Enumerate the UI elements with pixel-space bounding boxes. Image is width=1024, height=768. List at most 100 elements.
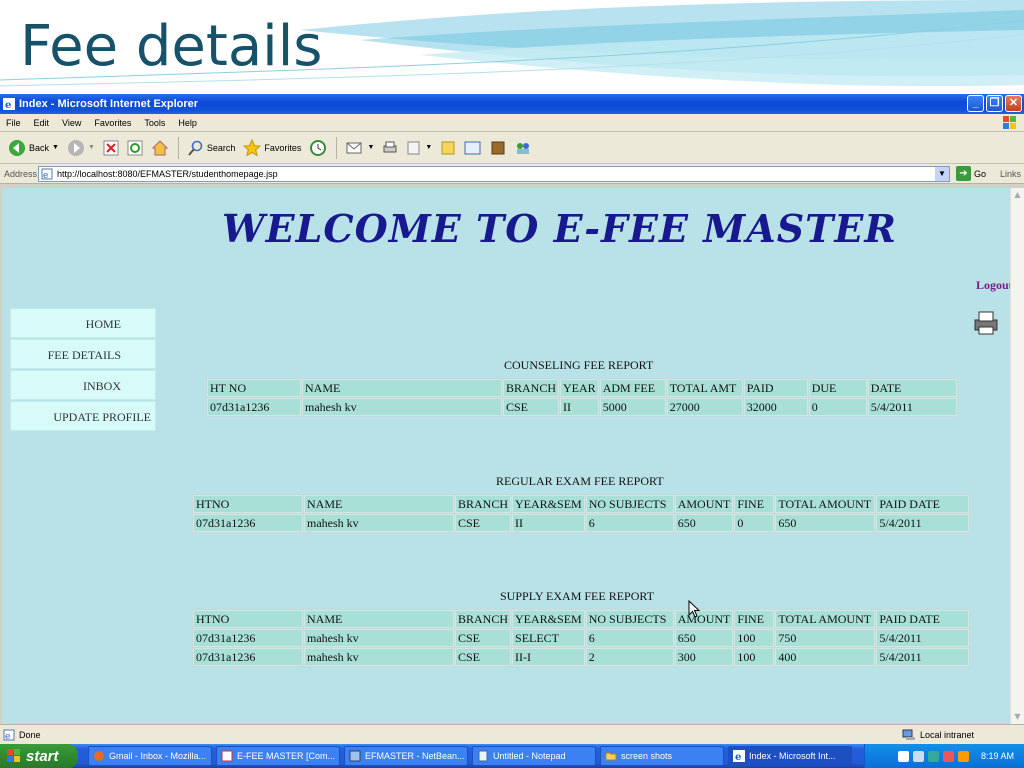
table-cell: mahesh kv [302,398,502,416]
menu-help[interactable]: Help [178,118,197,128]
table-cell: 300 [674,648,734,666]
table-cell: CSE [455,648,512,666]
msn-button[interactable] [512,136,534,160]
header-cell: PAID [743,379,808,397]
header-cell: TOTAL AMOUNT [775,495,876,513]
task-efee-master[interactable]: E-FEE MASTER [Com... [216,746,340,766]
close-button[interactable]: ✕ [1005,95,1022,112]
scroll-up-button[interactable]: ▲ [1011,188,1024,202]
discuss-button[interactable] [438,136,458,160]
header-cell: BRANCH [503,379,560,397]
table-cell: 07d31a1236 [207,398,301,416]
network-tray-icon[interactable] [912,750,924,762]
svg-text:e: e [5,100,11,110]
logout-link[interactable]: Logout [976,278,1013,293]
address-input[interactable]: e http://localhost:8080/EFMASTER/student… [38,165,950,182]
nav-home[interactable]: HOME [10,308,156,338]
header-cell: PAID DATE [876,495,969,513]
status-text: Done [19,729,41,740]
maximize-button[interactable]: ❐ [986,95,1003,112]
task-label: Gmail - Inbox - Mozilla... [109,751,207,761]
clock[interactable]: 8:19 AM [981,751,1014,761]
header-cell: DUE [808,379,867,397]
messenger-button[interactable] [488,136,508,160]
go-button[interactable]: ➔ Go [956,166,986,181]
print-button[interactable] [380,136,400,160]
header-cell: HT NO [207,379,301,397]
menu-file[interactable]: File [6,118,21,128]
firefox-icon [94,751,104,761]
header-cell: ADM FEE [599,379,666,397]
favorites-button[interactable]: Favorites [241,136,303,160]
table-header-row: HTNO NAME BRANCH YEAR&SEM NO SUBJECTS AM… [193,495,969,513]
menu-edit[interactable]: Edit [34,118,50,128]
task-netbeans[interactable]: EFMASTER - NetBean... [344,746,468,766]
scroll-down-button[interactable]: ▼ [1011,710,1024,724]
zone-text: Local intranet [920,729,975,740]
research-button[interactable] [462,136,484,160]
header-cell: DATE [867,379,957,397]
task-label: EFMASTER - NetBean... [365,751,465,761]
table-cell: 07d31a1236 [193,648,303,666]
header-cell: BRANCH [455,610,512,628]
menu-tools[interactable]: Tools [144,118,165,128]
book-icon [491,141,505,154]
refresh-button[interactable] [125,136,145,160]
links-button[interactable]: Links [1000,169,1021,179]
task-internet-explorer[interactable]: e Index - Microsoft Int... [728,746,852,766]
search-icon [188,140,203,156]
printer-icon[interactable] [972,310,1000,336]
stop-button[interactable] [101,136,121,160]
nav-inbox[interactable]: INBOX [10,370,156,400]
header-cell: FINE [734,610,775,628]
slide-title: Fee details [20,14,323,79]
menu-bar: File Edit View Favorites Tools Help [0,114,1024,132]
menu-favorites[interactable]: Favorites [94,118,131,128]
refresh-icon [127,140,143,155]
forward-arrow-icon [67,139,84,156]
netbeans-icon [349,750,361,762]
security-tray-icon[interactable] [927,750,939,762]
vertical-scrollbar[interactable]: ▲ ▼ [1010,188,1024,724]
help-tray-icon[interactable] [897,750,909,762]
table-cell: CSE [503,398,560,416]
history-button[interactable] [307,136,329,160]
table-cell: 650 [674,629,734,647]
windows-flag-icon [7,749,20,762]
update-tray-icon[interactable] [957,750,969,762]
home-button[interactable] [149,136,171,160]
task-notepad[interactable]: Untitled - Notepad [472,746,596,766]
page-content: WELCOME TO E-FEE MASTER Logout HOME FEE … [2,188,1013,724]
search-button[interactable]: Search [186,136,238,160]
nav-fee-details[interactable]: FEE DETAILS [10,339,156,369]
menu-view[interactable]: View [62,118,81,128]
antivirus-tray-icon[interactable] [942,750,954,762]
table-cell: SELECT [512,629,585,647]
table-cell: 27000 [666,398,743,416]
header-cell: NAME [302,379,502,397]
back-button[interactable]: Back ▼ [6,136,61,160]
task-screen-shots[interactable]: screen shots [600,746,724,766]
nav-update-profile[interactable]: UPDATE PROFILE [10,401,156,431]
table-cell: 750 [775,629,876,647]
task-gmail[interactable]: Gmail - Inbox - Mozilla... [88,746,212,766]
svg-text:e: e [5,732,10,741]
mail-button[interactable]: ▼ [344,136,376,160]
table-cell: 5/4/2011 [867,398,957,416]
windows-flag-icon [1003,116,1016,129]
header-cell: BRANCH [455,495,512,513]
header-cell: YEAR&SEM [512,610,585,628]
browser-toolbar: Back ▼ ▼ Search Favorites ▼ ▼ [0,132,1024,164]
forward-button[interactable]: ▼ [65,136,97,160]
start-button[interactable]: start [0,744,78,768]
edit-button[interactable]: ▼ [404,136,434,160]
go-label: Go [974,168,987,179]
minimize-button[interactable]: _ [967,95,984,112]
table-header-row: HTNO NAME BRANCH YEAR&SEM NO SUBJECTS AM… [193,610,969,628]
security-zone: Local intranet [902,729,974,741]
window-titlebar[interactable]: e Index - Microsoft Internet Explorer _ … [0,94,1024,114]
toolbar-separator [336,136,338,159]
address-dropdown-button[interactable]: ▼ [935,166,949,181]
table-row: 07d31a1236 mahesh kv CSE II 6 650 0 650 … [193,514,969,532]
address-bar: Address e http://localhost:8080/EFMASTER… [0,164,1024,184]
